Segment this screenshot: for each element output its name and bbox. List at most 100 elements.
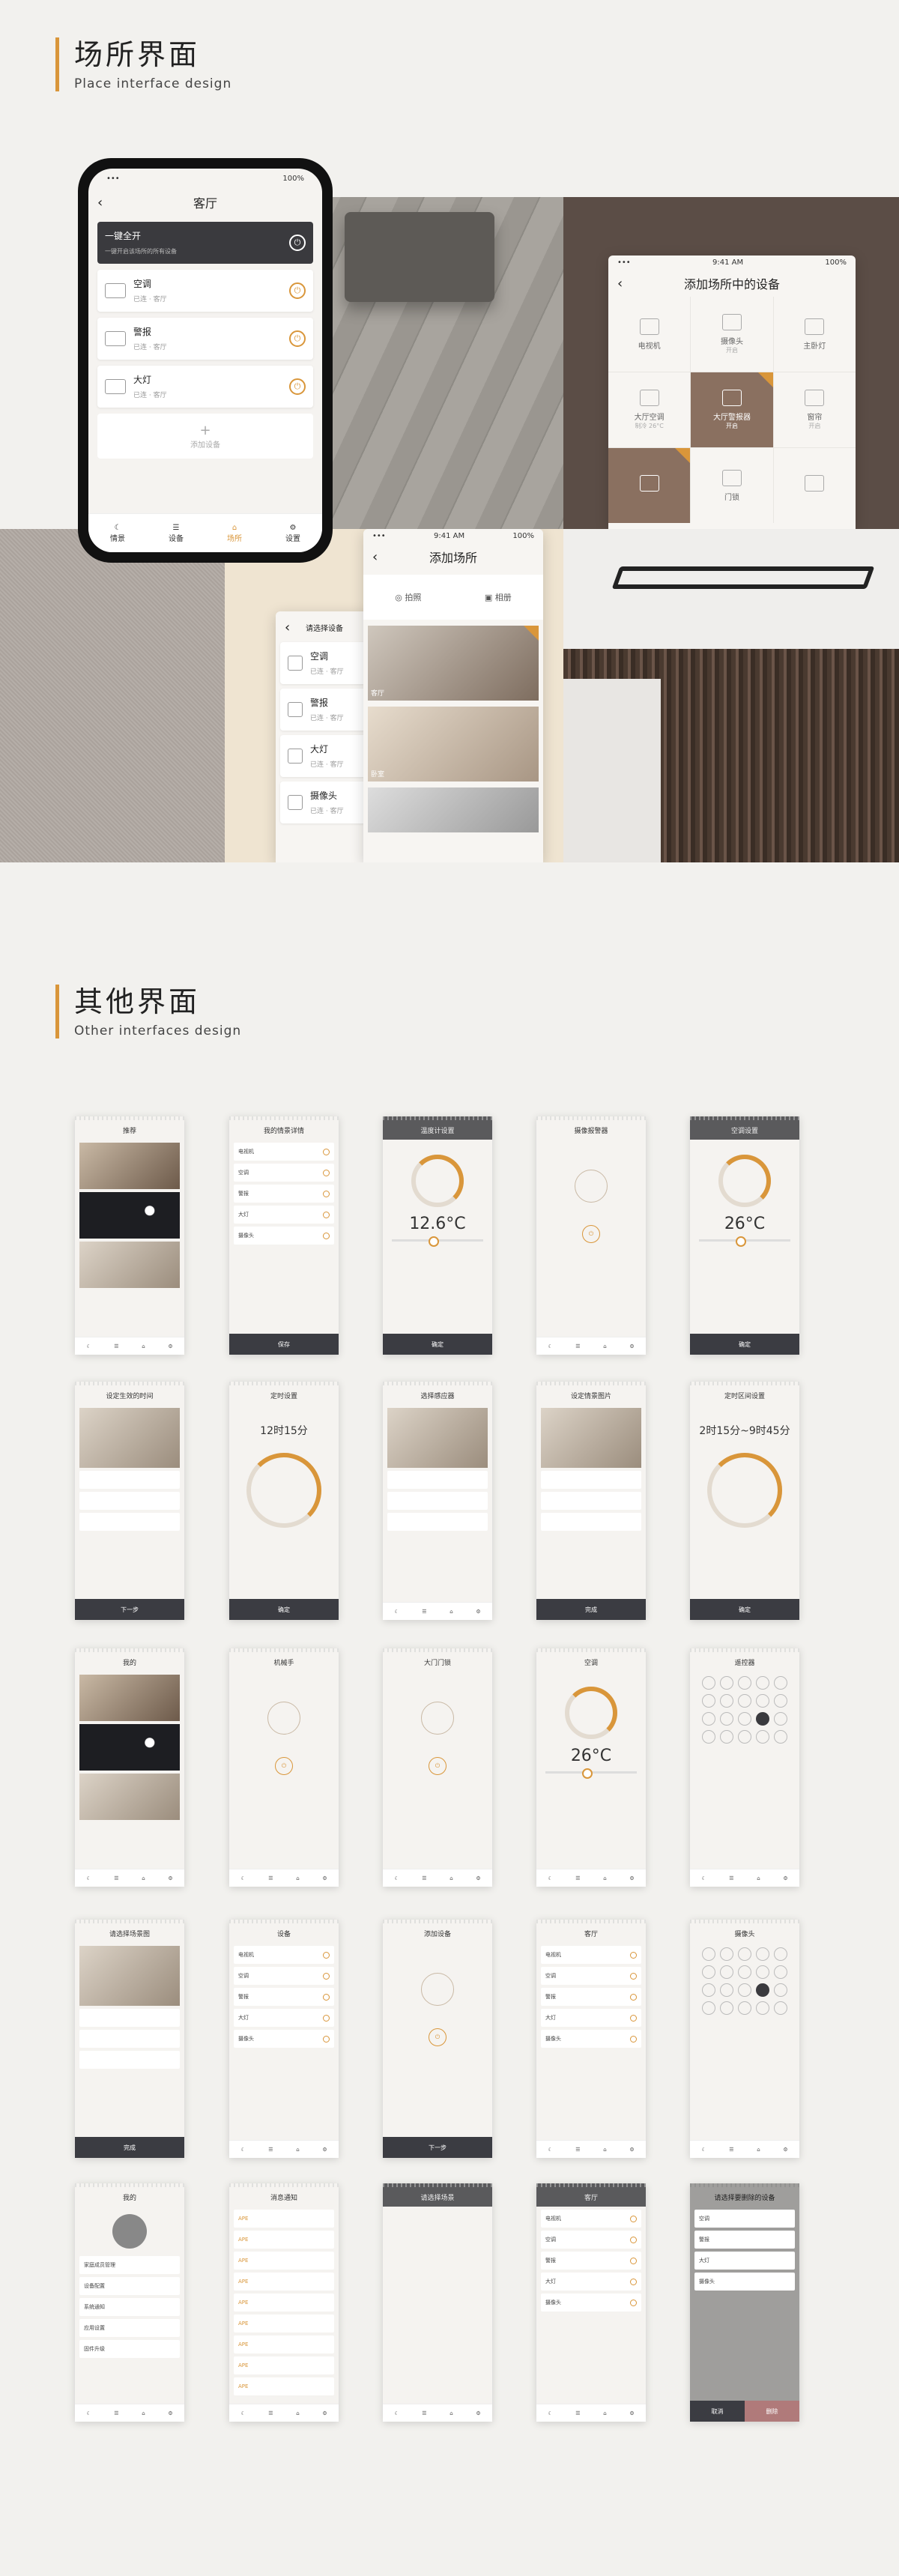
tab-place[interactable]: ⌂ 场所	[227, 524, 242, 543]
cancel-button[interactable]: 取消	[690, 2401, 745, 2422]
tab-settings[interactable]: ⚙	[629, 1343, 634, 1349]
back-icon[interactable]: ‹	[372, 549, 378, 565]
remote-button[interactable]	[774, 1676, 787, 1690]
power-icon[interactable]: ⏻	[289, 378, 306, 395]
tab-device[interactable]: ☰	[422, 2410, 426, 2416]
remote-button[interactable]	[756, 1676, 769, 1690]
remote-button[interactable]	[702, 1965, 715, 1979]
power-icon[interactable]	[630, 2236, 637, 2243]
tab-scene[interactable]: ☾	[394, 2410, 399, 2416]
power-icon[interactable]	[323, 1190, 330, 1197]
device-row[interactable]: 大灯 已连 · 客厅 ⏻	[97, 366, 313, 408]
tab-place[interactable]: ⌂	[296, 2147, 299, 2153]
tab-scene[interactable]: ☾	[701, 1875, 706, 1881]
grid-cell[interactable]: 大厅空调 制冷 26°C	[608, 372, 691, 447]
tab-device[interactable]: ☰	[268, 2147, 273, 2153]
tab-scene[interactable]: ☾	[86, 1875, 91, 1881]
primary-button[interactable]: 下一步	[75, 1599, 184, 1620]
option-row[interactable]	[79, 1471, 180, 1489]
dial-control[interactable]	[411, 1155, 464, 1207]
remote-button[interactable]	[702, 1947, 715, 1961]
tab-scene[interactable]: ☾	[548, 2147, 552, 2153]
tab-place[interactable]: ⌂	[757, 2147, 760, 2153]
dial-control[interactable]	[718, 1155, 771, 1207]
remote-button[interactable]	[774, 2001, 787, 2015]
tab-place[interactable]: ⌂	[296, 1875, 299, 1881]
remote-button[interactable]	[702, 1676, 715, 1690]
tab-device[interactable]: ☰	[422, 1875, 426, 1881]
list-item[interactable]: 大灯	[541, 2273, 641, 2291]
tab-place[interactable]: ⌂	[142, 1343, 145, 1349]
list-item[interactable]: 空调	[541, 1967, 641, 1985]
tab-device[interactable]: ☰	[575, 2147, 580, 2153]
tab-place[interactable]: ⌂	[757, 1875, 760, 1881]
option-row[interactable]	[387, 1492, 488, 1510]
tab-scene[interactable]: ☾	[394, 1875, 399, 1881]
tab-scene[interactable]: ☾	[86, 1343, 91, 1349]
primary-button[interactable]: 完成	[536, 1599, 646, 1620]
tab-device[interactable]: ☰	[114, 2410, 118, 2416]
grid-cell[interactable]: 电视机	[608, 297, 691, 372]
remote-button[interactable]	[756, 1965, 769, 1979]
power-icon[interactable]: ⏻	[429, 1757, 447, 1775]
menu-item[interactable]: 固件升级	[79, 2340, 180, 2358]
notification-row[interactable]: APE	[234, 2315, 334, 2332]
primary-button[interactable]: 确定	[383, 1334, 492, 1355]
tab-device[interactable]: ☰	[575, 1875, 580, 1881]
option-row[interactable]	[387, 1513, 488, 1531]
remote-button[interactable]	[720, 1676, 733, 1690]
tab-scene[interactable]: ☾	[394, 1609, 399, 1615]
scene-photo[interactable]	[79, 1774, 180, 1820]
option-row[interactable]	[79, 2009, 180, 2027]
menu-item[interactable]: 系统通知	[79, 2298, 180, 2316]
remote-button[interactable]	[756, 1730, 769, 1744]
remote-button[interactable]	[702, 2001, 715, 2015]
primary-button[interactable]: 确定	[229, 1599, 339, 1620]
list-item[interactable]: 空调	[541, 2231, 641, 2249]
notification-row[interactable]: APE	[234, 2273, 334, 2291]
list-item[interactable]: 大灯	[541, 2009, 641, 2027]
remote-button[interactable]	[738, 1965, 751, 1979]
tab-settings[interactable]: ⚙	[322, 2410, 327, 2416]
scene-photo[interactable]	[79, 1192, 180, 1239]
slider[interactable]	[392, 1236, 483, 1247]
notification-row[interactable]: APE	[234, 2294, 334, 2312]
tab-scene[interactable]: ☾	[86, 2410, 91, 2416]
device-row[interactable]: 警报 已连 · 客厅	[280, 689, 369, 731]
remote-button[interactable]	[738, 1712, 751, 1726]
list-item[interactable]: 警报	[234, 1988, 334, 2006]
primary-button[interactable]: 确定	[690, 1334, 799, 1355]
list-item[interactable]: 摄像头	[234, 2030, 334, 2048]
list-item[interactable]: 电视机	[234, 1946, 334, 1964]
back-icon[interactable]: ‹	[617, 276, 623, 291]
power-icon[interactable]	[323, 1211, 330, 1218]
remote-button[interactable]	[720, 1965, 733, 1979]
primary-button[interactable]: 下一步	[383, 2137, 492, 2158]
tab-settings[interactable]: ⚙	[168, 2410, 172, 2416]
tab-place[interactable]: ⌂	[142, 1875, 145, 1881]
grid-cell[interactable]: 窗帘 开启	[773, 372, 856, 447]
remote-button[interactable]	[702, 1730, 715, 1744]
scene-photo[interactable]	[79, 1242, 180, 1288]
tab-place[interactable]: ⌂	[603, 2147, 606, 2153]
list-item[interactable]: 警报	[234, 1185, 334, 1203]
tab-scene[interactable]: ☾	[548, 1343, 552, 1349]
power-icon[interactable]	[323, 1972, 330, 1980]
option-row[interactable]	[541, 1471, 641, 1489]
tab-device[interactable]: ☰	[114, 1875, 118, 1881]
primary-button[interactable]: 保存	[229, 1334, 339, 1355]
tab-scene[interactable]: ☾ 情景	[110, 524, 125, 543]
slider[interactable]	[545, 1768, 637, 1779]
tab-device[interactable]: ☰	[268, 2410, 273, 2416]
remote-button[interactable]	[774, 1965, 787, 1979]
remote-button[interactable]	[774, 1694, 787, 1708]
remote-button[interactable]	[756, 2001, 769, 2015]
grid-cell[interactable]	[773, 448, 856, 523]
tab-device[interactable]: ☰	[575, 1343, 580, 1349]
remote-button[interactable]	[738, 1730, 751, 1744]
list-item[interactable]: 摄像头	[541, 2030, 641, 2048]
grid-cell-selected[interactable]	[608, 448, 691, 523]
scene-photo[interactable]	[79, 1724, 180, 1771]
list-item[interactable]: 警报	[541, 1988, 641, 2006]
grid-cell[interactable]: 摄像头 开启	[691, 297, 773, 372]
